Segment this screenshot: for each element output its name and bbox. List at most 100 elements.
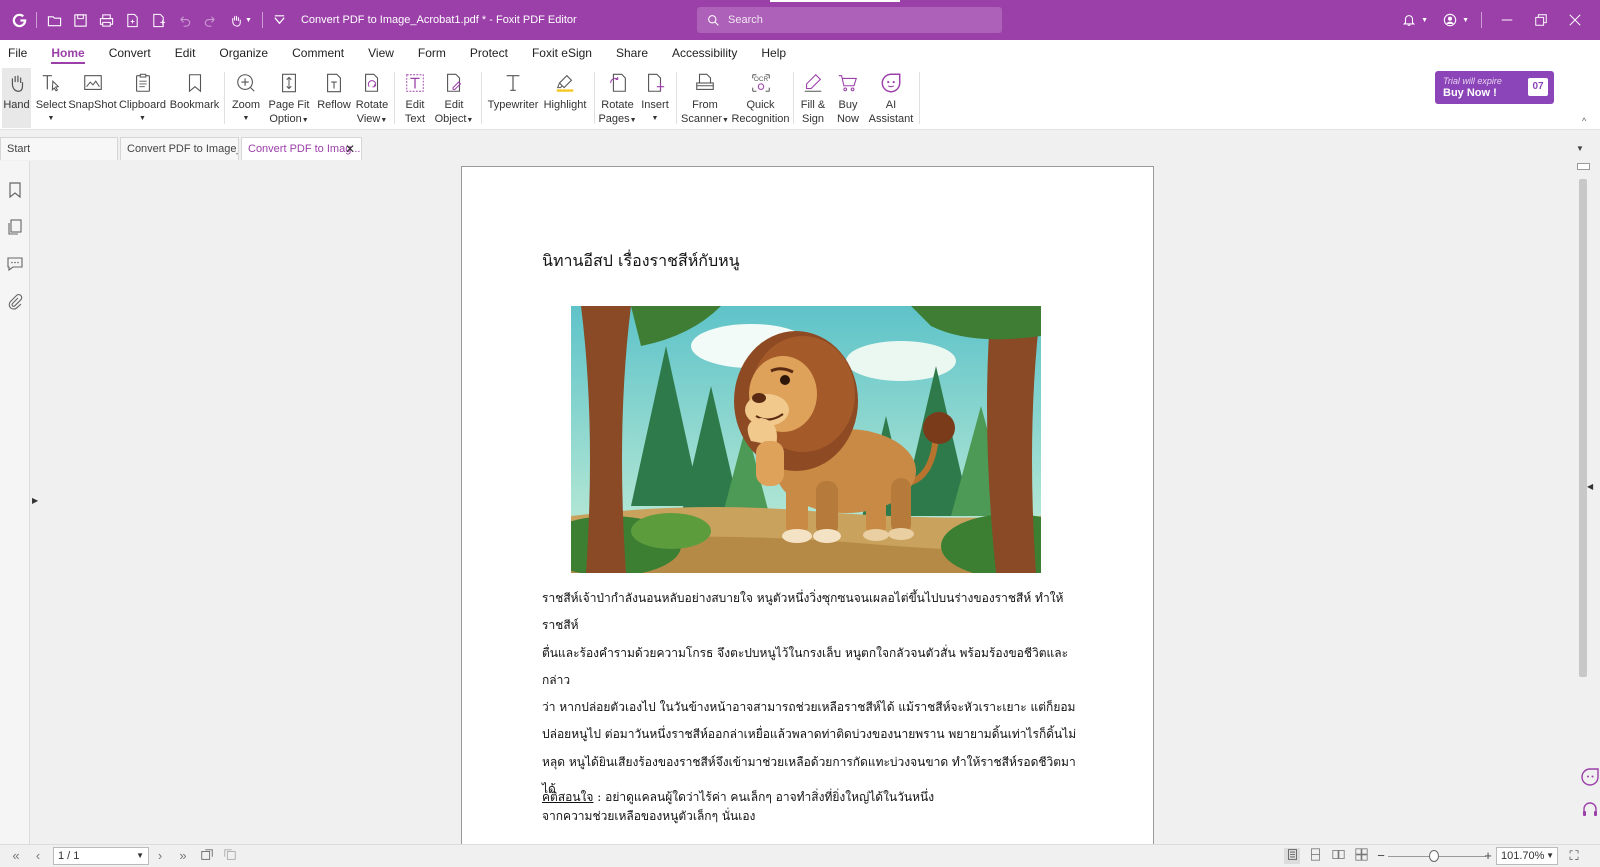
trial-buy-now-banner[interactable]: Trial will expire Buy Now ! 07 xyxy=(1435,71,1554,104)
chevron-down-icon[interactable]: ▼ xyxy=(630,117,637,124)
menu-convert[interactable]: Convert xyxy=(109,40,151,66)
clipboard-button[interactable]: Clipboard ▼ xyxy=(119,68,166,128)
foxit-logo-icon[interactable] xyxy=(6,7,32,33)
snapshot-button[interactable]: SnapShot xyxy=(68,68,117,128)
expand-panel-icon[interactable]: ▶ xyxy=(32,496,38,505)
ribbon-separator xyxy=(394,72,395,124)
chevron-down-icon[interactable]: ▼ xyxy=(139,112,146,126)
menu-foxit-esign[interactable]: Foxit eSign xyxy=(532,40,592,66)
menu-comment[interactable]: Comment xyxy=(292,40,344,66)
chevron-down-icon[interactable]: ▼ xyxy=(466,117,473,124)
ai-assistant-button[interactable]: AI Assistant xyxy=(868,68,914,128)
chevron-down-icon[interactable]: ▼ xyxy=(302,117,309,124)
split-view-handle[interactable] xyxy=(1577,163,1590,170)
typewriter-button[interactable]: Typewriter xyxy=(487,68,539,128)
tab-document-1[interactable]: Convert PDF to Image_... xyxy=(120,137,239,160)
next-view-icon[interactable] xyxy=(222,848,238,864)
continuous-facing-view-icon[interactable] xyxy=(1353,848,1369,864)
facing-view-icon[interactable] xyxy=(1330,848,1346,864)
zoom-out-icon[interactable]: − xyxy=(1373,848,1389,864)
scrollbar-thumb[interactable] xyxy=(1579,179,1587,677)
menu-edit[interactable]: Edit xyxy=(175,40,196,66)
comments-panel-icon[interactable] xyxy=(6,254,24,272)
insert-button[interactable]: Insert ▼ xyxy=(640,68,670,128)
save-icon[interactable] xyxy=(67,7,93,33)
page-number-field[interactable]: 1 / 1 ▼ xyxy=(53,847,149,865)
last-page-icon[interactable]: » xyxy=(175,848,191,864)
print-icon[interactable] xyxy=(93,7,119,33)
redo-icon[interactable] xyxy=(197,7,223,33)
rotate-pages-button[interactable]: Rotate Pages▼ xyxy=(598,68,637,128)
chevron-down-icon[interactable]: ▼ xyxy=(1546,848,1554,864)
previous-page-icon[interactable]: ‹ xyxy=(30,848,46,864)
quick-recognition-button[interactable]: OCR Quick Recognition xyxy=(731,68,790,128)
bookmarks-panel-icon[interactable] xyxy=(6,181,24,199)
fill-sign-button[interactable]: Fill & Sign xyxy=(799,68,827,128)
search-box[interactable] xyxy=(697,7,1002,33)
chevron-down-icon[interactable]: ▼ xyxy=(136,848,144,864)
edit-object-button[interactable]: Edit Object▼ xyxy=(433,68,475,128)
menu-view[interactable]: View xyxy=(368,40,394,66)
pages-panel-icon[interactable] xyxy=(6,218,24,236)
minimize-icon[interactable] xyxy=(1490,0,1524,40)
zoom-level-field[interactable]: 101.70% ▼ xyxy=(1496,847,1558,865)
first-page-icon[interactable]: « xyxy=(8,848,24,864)
chevron-down-icon[interactable]: ▼ xyxy=(652,112,659,126)
account-avatar-icon[interactable] xyxy=(1438,0,1462,40)
search-icon xyxy=(708,14,719,26)
menu-form[interactable]: Form xyxy=(418,40,446,66)
menu-protect[interactable]: Protect xyxy=(470,40,508,66)
full-screen-icon[interactable]: ⛶ xyxy=(1566,848,1582,864)
chevron-down-icon[interactable]: ▼ xyxy=(1462,17,1469,24)
single-page-view-icon[interactable] xyxy=(1284,848,1300,864)
story-line: ปล่อยหนูไป ต่อมาวันหนึ่งราชสีห์ออกล่าเหย… xyxy=(542,727,1077,742)
menu-share[interactable]: Share xyxy=(616,40,648,66)
tab-start[interactable]: Start xyxy=(0,137,118,160)
rotate-view-button[interactable]: Rotate View▼ xyxy=(356,68,388,128)
zoom-button[interactable]: Zoom ▼ xyxy=(231,68,261,128)
menu-home[interactable]: Home xyxy=(51,40,86,66)
select-button[interactable]: Select ▼ xyxy=(36,68,66,128)
search-input[interactable] xyxy=(728,14,988,26)
page-fit-option-button[interactable]: Page Fit Option▼ xyxy=(268,68,310,128)
menu-accessibility[interactable]: Accessibility xyxy=(672,40,737,66)
previous-view-icon[interactable] xyxy=(199,848,215,864)
edit-text-button[interactable]: Edit Text xyxy=(401,68,429,128)
support-headset-icon[interactable] xyxy=(1580,800,1600,820)
zoom-slider-thumb[interactable] xyxy=(1429,850,1439,862)
menu-help[interactable]: Help xyxy=(761,40,786,66)
highlight-button[interactable]: Highlight xyxy=(541,68,589,128)
chevron-down-icon[interactable]: ▼ xyxy=(48,112,55,126)
buy-now-button[interactable]: Buy Now xyxy=(833,68,863,128)
bookmark-button[interactable]: Bookmark xyxy=(170,68,219,128)
chevron-down-icon[interactable]: ▼ xyxy=(243,112,250,126)
ai-chat-float-icon[interactable] xyxy=(1580,767,1600,787)
hand-button[interactable]: Hand xyxy=(2,68,31,128)
create-pdf-icon[interactable] xyxy=(145,7,171,33)
new-document-icon[interactable] xyxy=(119,7,145,33)
reflow-button[interactable]: Reflow xyxy=(316,68,352,128)
restore-icon[interactable] xyxy=(1524,0,1558,40)
attachments-panel-icon[interactable] xyxy=(6,292,24,310)
menu-file[interactable]: File xyxy=(8,40,27,66)
next-page-icon[interactable]: › xyxy=(152,848,168,864)
undo-icon[interactable] xyxy=(171,7,197,33)
from-scanner-button[interactable]: From Scanner▼ xyxy=(681,68,729,128)
menu-organize[interactable]: Organize xyxy=(219,40,268,66)
customize-toolbar-icon[interactable] xyxy=(267,7,293,33)
chevron-down-icon[interactable]: ▼ xyxy=(380,117,387,124)
collapse-ribbon-icon[interactable]: ^ xyxy=(1582,116,1586,126)
collapse-right-panel-icon[interactable]: ◀ xyxy=(1587,482,1593,491)
tab-document-2[interactable]: Convert PDF to Imag... ✕ xyxy=(241,137,362,160)
continuous-view-icon[interactable] xyxy=(1307,848,1323,864)
zoom-in-icon[interactable]: + xyxy=(1480,848,1496,864)
tab-close-icon[interactable]: ✕ xyxy=(345,138,355,160)
chevron-down-icon[interactable]: ▼ xyxy=(245,17,252,24)
open-folder-icon[interactable] xyxy=(41,7,67,33)
chevron-down-icon[interactable]: ▼ xyxy=(1421,17,1428,24)
vertical-scrollbar[interactable]: ▲ xyxy=(1576,161,1590,844)
notification-bell-icon[interactable] xyxy=(1397,0,1421,40)
close-icon[interactable] xyxy=(1558,0,1592,40)
chevron-down-icon[interactable]: ▼ xyxy=(722,117,729,124)
tab-list-dropdown-icon[interactable]: ▼ xyxy=(1576,144,1584,153)
